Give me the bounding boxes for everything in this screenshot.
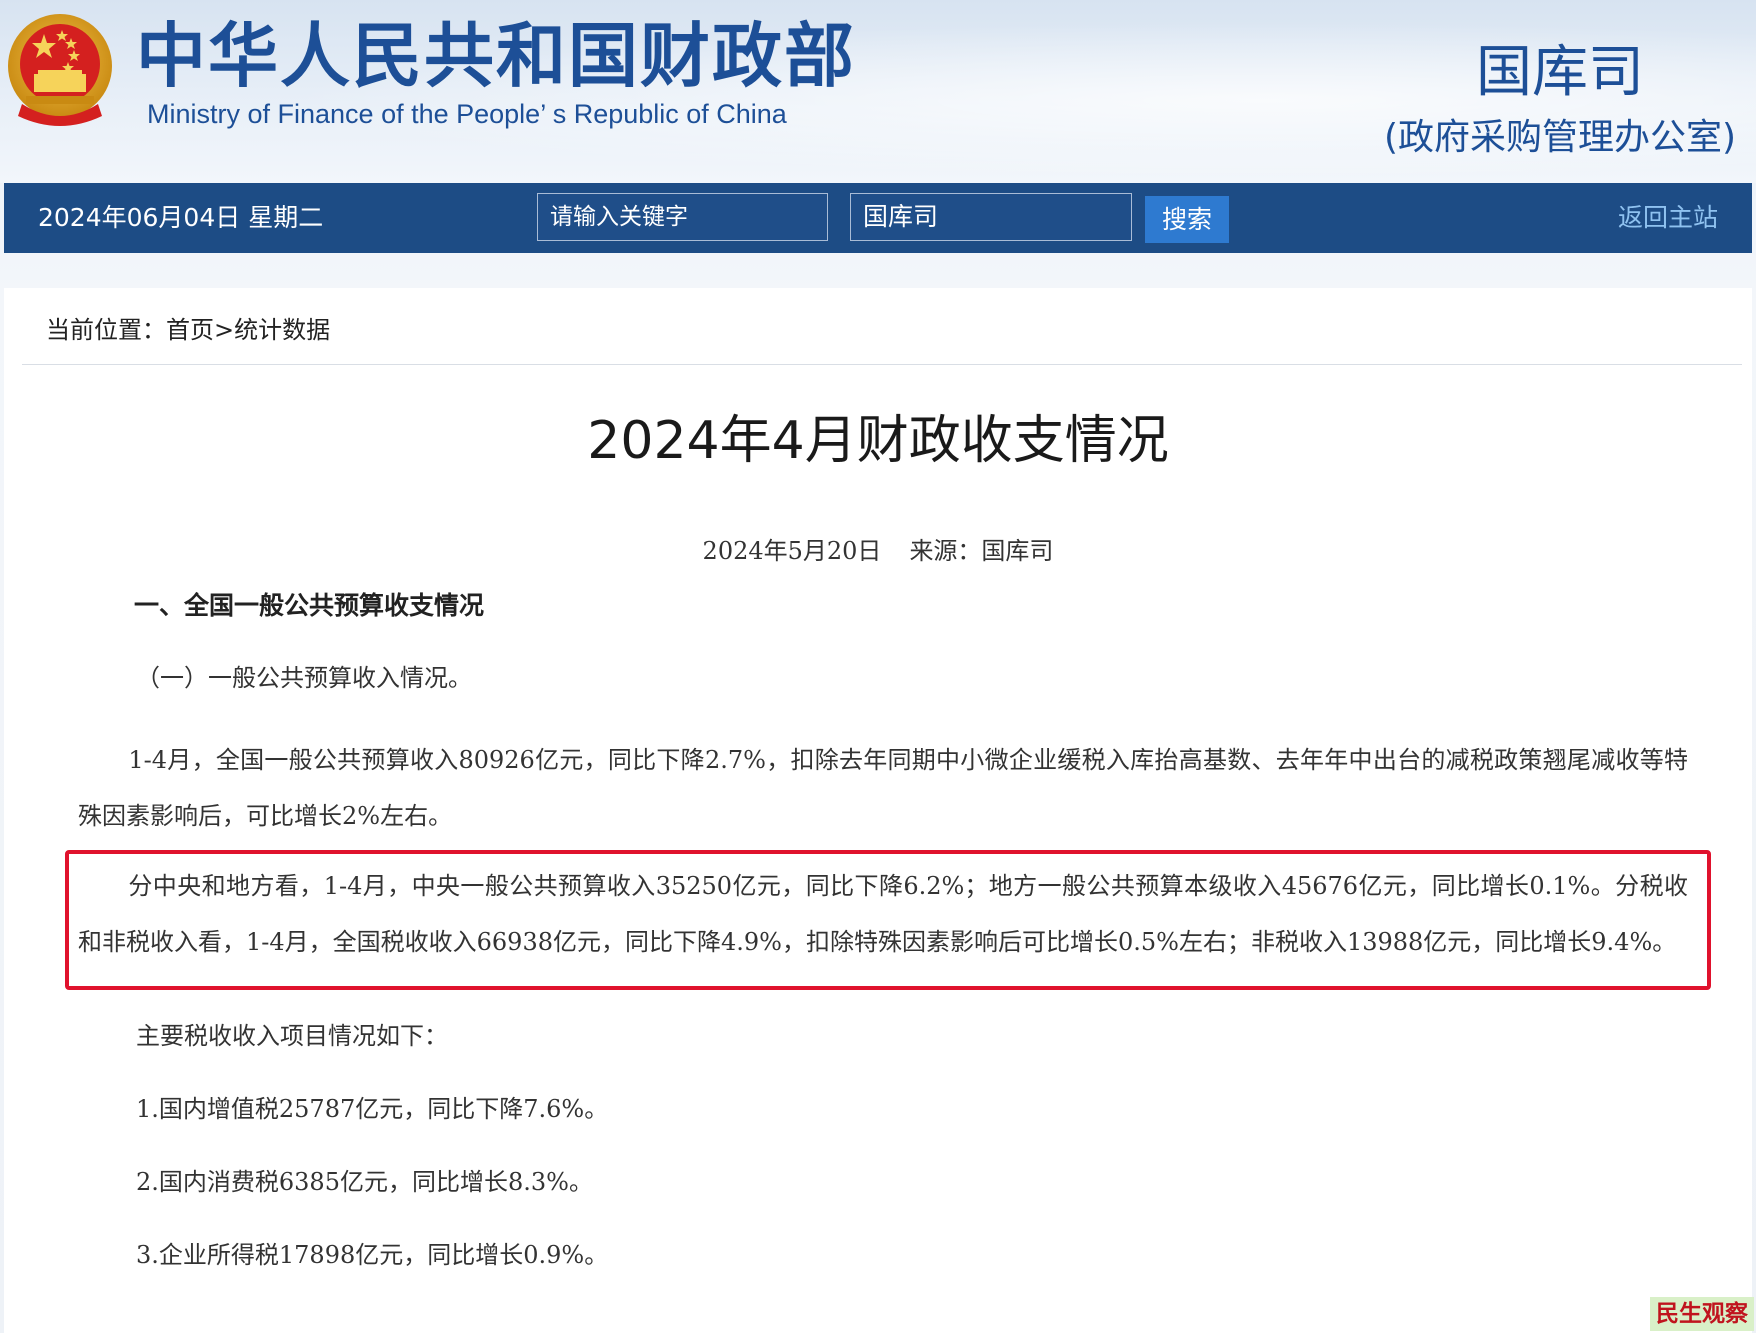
tax-item: 1.国内增值税25787亿元，同比下降7.6%。 — [136, 1095, 609, 1123]
national-emblem-icon — [4, 12, 116, 130]
article-meta: 2024年5月20日 来源：国库司 — [4, 534, 1752, 568]
department-subtitle: (政府采购管理办公室) — [1384, 117, 1737, 158]
article-source: 来源：国库司 — [909, 537, 1054, 565]
subsection-heading: （一）一般公共预算收入情况。 — [136, 664, 472, 692]
search-button[interactable]: 搜索 — [1145, 196, 1229, 243]
paragraph-central-local: 分中央和地方看，1-4月，中央一般公共预算收入35250亿元，同比下降6.2%；… — [78, 872, 1688, 956]
ministry-name-cn: 中华人民共和国财政部 — [136, 15, 856, 97]
return-home-link[interactable]: 返回主站 — [1618, 200, 1718, 236]
article-date: 2024年5月20日 — [702, 537, 882, 565]
watermark-badge: 民生观察 — [1650, 1297, 1754, 1331]
site-header: 中华人民共和国财政部 Ministry of Finance of the Pe… — [0, 0, 1756, 183]
section-heading: 一、全国一般公共预算收支情况 — [134, 591, 485, 620]
nav-bar: 2024年06月04日 星期二 请输入关键字 国库司 搜索 返回主站 — [4, 183, 1752, 253]
breadcrumb-divider — [22, 364, 1742, 365]
ministry-name-en: Ministry of Finance of the People’ s Rep… — [147, 99, 787, 129]
content-panel: 当前位置：首页>统计数据 2024年4月财政收支情况 2024年5月20日 来源：… — [4, 288, 1752, 1333]
search-scope-select[interactable]: 国库司 — [850, 193, 1132, 241]
search-input[interactable]: 请输入关键字 — [537, 193, 828, 241]
breadcrumb[interactable]: 当前位置：首页>统计数据 — [46, 313, 330, 347]
department-name: 国库司 — [1476, 40, 1644, 105]
current-date: 2024年06月04日 星期二 — [38, 203, 324, 232]
tax-items-intro: 主要税收收入项目情况如下： — [136, 1022, 448, 1050]
tax-item: 2.国内消费税6385亿元，同比增长8.3%。 — [136, 1168, 593, 1196]
paragraph-overall-revenue: 1-4月，全国一般公共预算收入80926亿元，同比下降2.7%，扣除去年同期中小… — [78, 746, 1688, 830]
tax-item: 3.企业所得税17898亿元，同比增长0.9%。 — [136, 1241, 609, 1269]
article-title: 2024年4月财政收支情况 — [587, 411, 1169, 471]
